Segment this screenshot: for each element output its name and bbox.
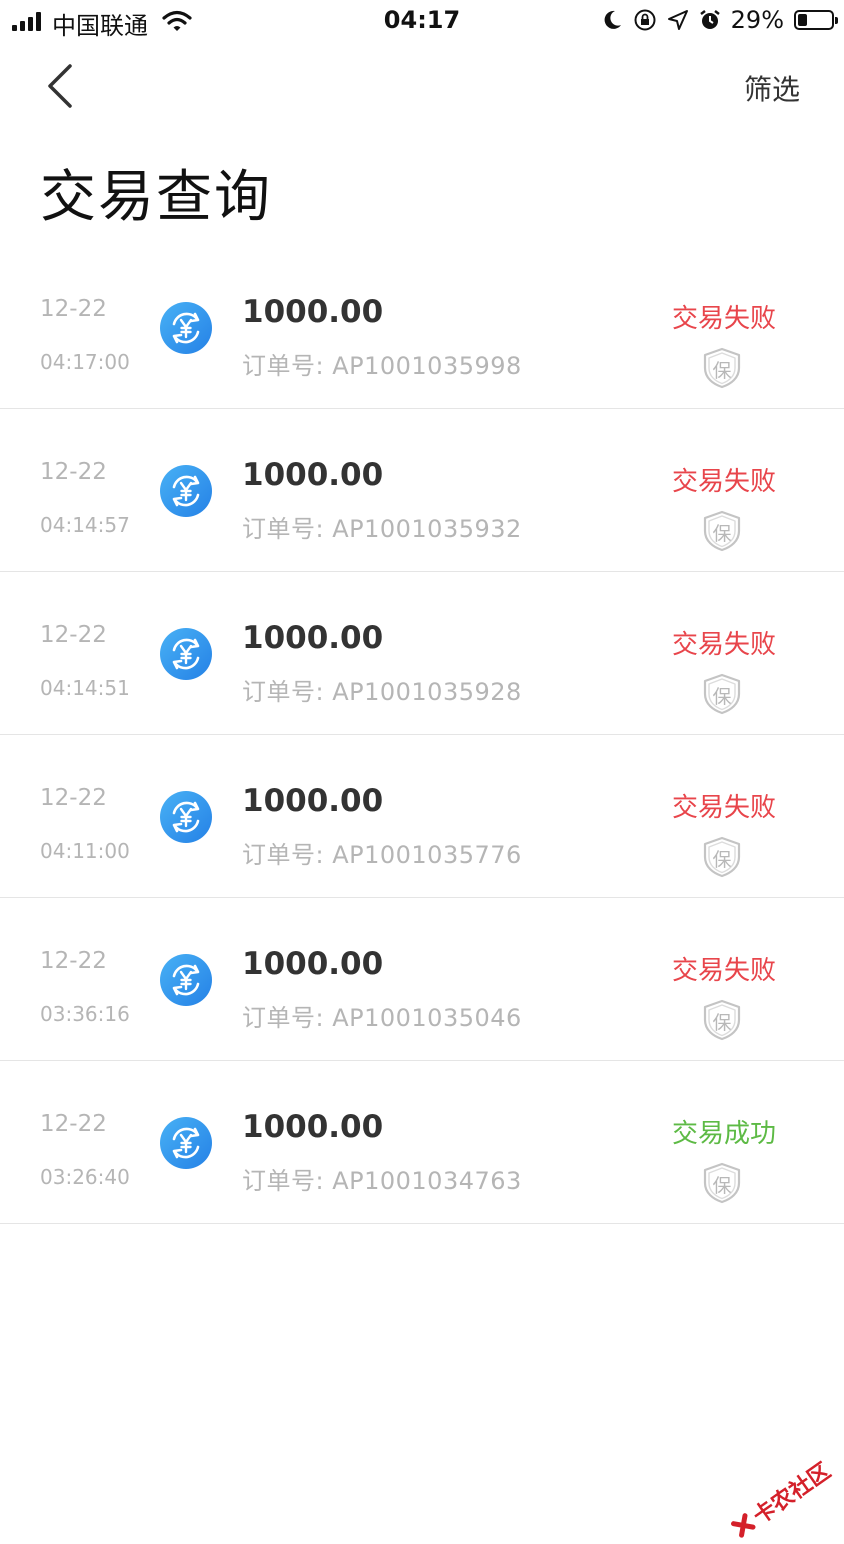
transaction-row[interactable]: 12-22 04:17:00 1000.00 订单号: AP1001035998… <box>0 246 844 409</box>
transaction-order-number: 订单号: AP1001034763 <box>242 1167 522 1195</box>
shield-label: 保 <box>712 1175 732 1197</box>
transaction-status: 交易失败 <box>671 630 776 660</box>
yuan-exchange-icon <box>160 465 212 517</box>
transaction-status: 交易失败 <box>671 793 776 823</box>
battery-percent: 29% <box>730 6 784 34</box>
battery-level <box>798 14 808 26</box>
transaction-amount: 1000.00 <box>242 946 384 982</box>
transaction-row[interactable]: 12-22 04:14:57 1000.00 订单号: AP1001035932… <box>0 409 844 572</box>
shield-label: 保 <box>712 849 732 871</box>
shield-icon: 保 <box>700 835 744 879</box>
shield-icon: 保 <box>700 346 744 390</box>
shield-label: 保 <box>712 1012 732 1034</box>
transaction-list: 12-22 04:17:00 1000.00 订单号: AP1001035998… <box>0 246 844 1224</box>
transaction-row[interactable]: 12-22 03:26:40 1000.00 订单号: AP1001034763… <box>0 1061 844 1224</box>
yuan-exchange-icon <box>160 954 212 1006</box>
rotation-lock-icon <box>633 8 657 32</box>
shield-label: 保 <box>712 360 732 382</box>
transaction-time: 04:17:00 <box>40 350 130 374</box>
transaction-date: 12-22 <box>40 948 107 974</box>
watermark: 卡农社区 <box>726 1454 836 1544</box>
moon-icon <box>601 9 623 31</box>
transaction-amount: 1000.00 <box>242 457 384 493</box>
page-title: 交易查询 <box>40 165 272 230</box>
chevron-left-icon <box>48 64 72 108</box>
transaction-time: 04:11:00 <box>40 839 130 863</box>
transaction-order-number: 订单号: AP1001035998 <box>242 352 522 380</box>
transaction-date: 12-22 <box>40 296 107 322</box>
transaction-status: 交易失败 <box>671 304 776 334</box>
yuan-exchange-icon <box>160 628 212 680</box>
transaction-time: 04:14:57 <box>40 513 130 537</box>
transaction-amount: 1000.00 <box>242 1109 384 1145</box>
transaction-order-number: 订单号: AP1001035932 <box>242 515 522 543</box>
transaction-row[interactable]: 12-22 03:36:16 1000.00 订单号: AP1001035046… <box>0 898 844 1061</box>
transaction-row[interactable]: 12-22 04:11:00 1000.00 订单号: AP1001035776… <box>0 735 844 898</box>
yuan-exchange-icon <box>160 1117 212 1169</box>
shield-label: 保 <box>712 686 732 708</box>
status-bar: 中国联通 04:17 29% <box>0 0 844 44</box>
transaction-date: 12-22 <box>40 785 107 811</box>
transaction-amount: 1000.00 <box>242 294 384 330</box>
shield-icon: 保 <box>700 998 744 1042</box>
transaction-status: 交易成功 <box>671 1119 776 1149</box>
transaction-row[interactable]: 12-22 04:14:51 1000.00 订单号: AP1001035928… <box>0 572 844 735</box>
yuan-exchange-icon <box>160 302 212 354</box>
filter-button[interactable]: 筛选 <box>744 68 800 108</box>
shield-icon: 保 <box>700 509 744 553</box>
watermark-text: 卡农社区 <box>748 1458 836 1530</box>
shield-icon: 保 <box>700 1161 744 1205</box>
transaction-status: 交易失败 <box>671 467 776 497</box>
transaction-time: 04:14:51 <box>40 676 130 700</box>
transaction-order-number: 订单号: AP1001035776 <box>242 841 522 869</box>
transaction-time: 03:36:16 <box>40 1002 130 1026</box>
battery-icon <box>794 10 838 30</box>
back-button[interactable] <box>40 60 84 112</box>
transaction-order-number: 订单号: AP1001035928 <box>242 678 522 706</box>
yuan-exchange-icon <box>160 791 212 843</box>
transaction-time: 03:26:40 <box>40 1165 130 1189</box>
shield-label: 保 <box>712 523 732 545</box>
shield-icon: 保 <box>700 672 744 716</box>
transaction-date: 12-22 <box>40 459 107 485</box>
transaction-date: 12-22 <box>40 1111 107 1137</box>
transaction-order-number: 订单号: AP1001035046 <box>242 1004 522 1032</box>
alarm-icon <box>699 9 721 31</box>
transaction-date: 12-22 <box>40 622 107 648</box>
transaction-amount: 1000.00 <box>242 783 384 819</box>
transaction-amount: 1000.00 <box>242 620 384 656</box>
transaction-status: 交易失败 <box>671 956 776 986</box>
location-icon <box>667 9 689 31</box>
